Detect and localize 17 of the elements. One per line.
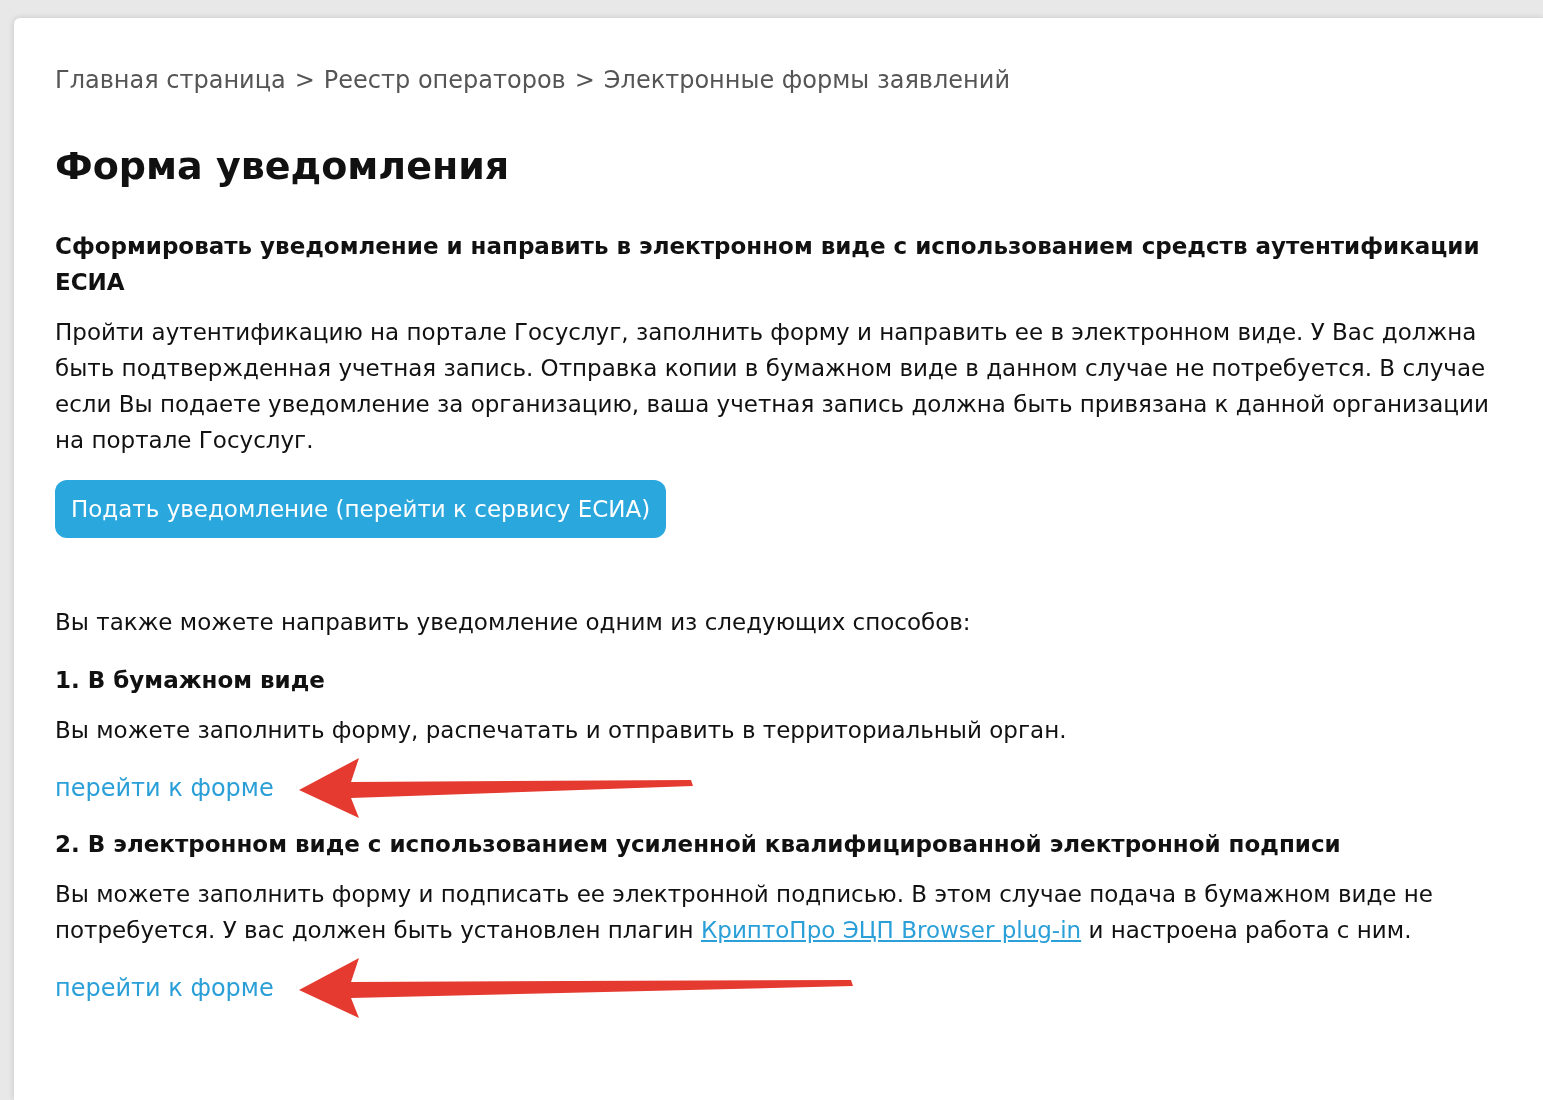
breadcrumb-link[interactable]: Электронные формы заявлений: [603, 66, 1010, 94]
form-link[interactable]: перейти к форме: [55, 774, 274, 802]
breadcrumb-link[interactable]: Главная страница: [55, 66, 286, 94]
plugin-link[interactable]: КриптоПро ЭЦП Browser plug-in: [700, 917, 1082, 943]
intro-text: Вы также можете направить уведомление одним из следующих способов:: [55, 608, 972, 637]
method-text: Вы можете заполнить форму, распечатать и отправить в территориальный орган.: [55, 716, 1068, 745]
method-heading: 2. В электронном виде с использованием усиленной квалифицированной электронной подписи: [55, 830, 1342, 859]
section-text: Пройти аутентификацию на портале Госуслуг, заполнить форму и направить ее в электронном виде. У Вас должна быть подтвержденная учетная запись. Отправка копии в бумажном виде в данном случае не потребуется. В случае если Вы подаете уведомление за организацию, ваша учетная запись должна быть привязана к данной организации на портале Госуслуг.: [55, 318, 1490, 455]
submit-notification-button[interactable]: Подать уведомление (перейти к сервису ЕСИА): [55, 480, 667, 538]
breadcrumb-separator: >: [574, 66, 595, 94]
page-title: Форма уведомления: [55, 144, 511, 188]
section-heading: Сформировать уведомление и направить в электронном виде с использованием средств аутентификации ЕСИА: [55, 232, 1481, 297]
form-link[interactable]: перейти к форме: [55, 974, 274, 1002]
method-text: Вы можете заполнить форму и подписать ее электронной подписью. В этом случае подача в бумажном виде не потребуется. У вас должен быть установлен плагин КриптоПро ЭЦП Browser plug-in и настроена работа с ним.: [55, 880, 1434, 945]
method-heading: 1. В бумажном виде: [55, 666, 326, 695]
breadcrumb-link[interactable]: Реестр операторов: [323, 66, 566, 94]
breadcrumb-separator: >: [294, 66, 315, 94]
